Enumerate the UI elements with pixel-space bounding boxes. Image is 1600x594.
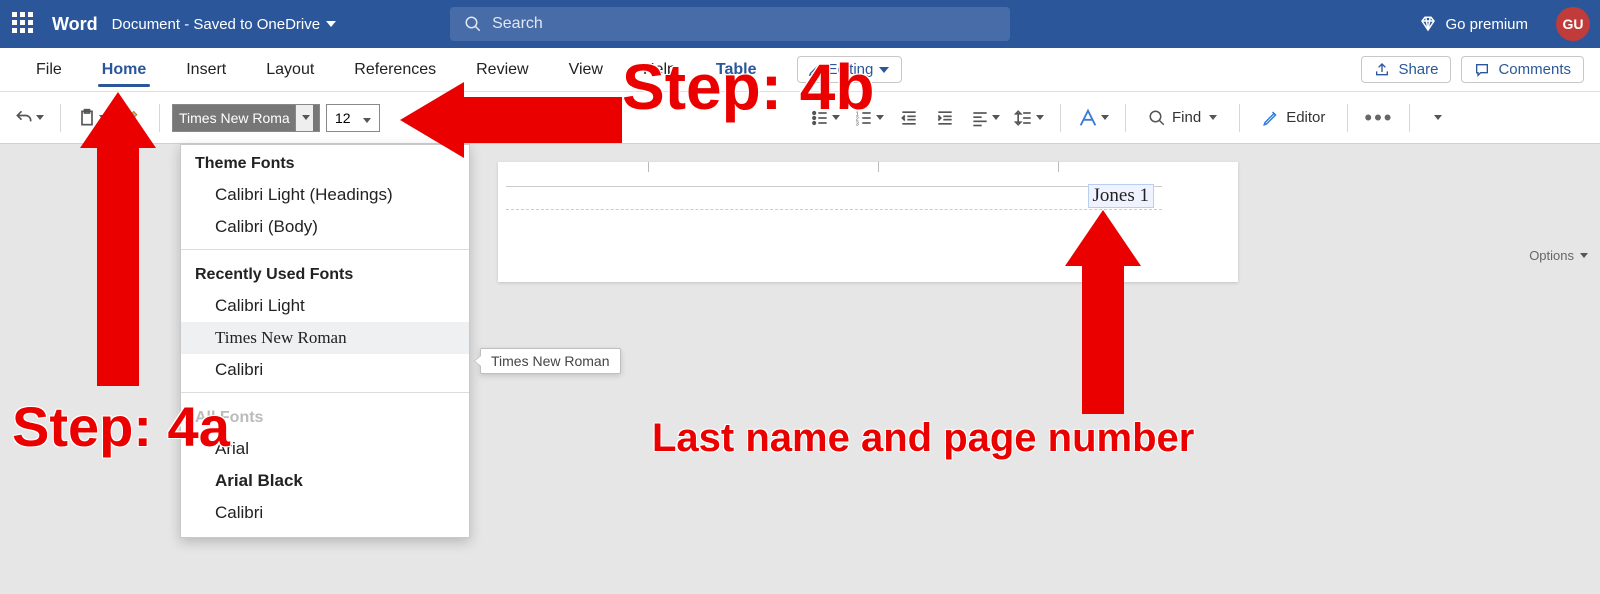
increase-indent-button[interactable] bbox=[930, 101, 960, 135]
font-name-value: Times New Roma bbox=[179, 110, 290, 126]
comments-label: Comments bbox=[1498, 61, 1571, 78]
header-text[interactable]: Jones 1 bbox=[1088, 184, 1154, 208]
chevron-down-icon bbox=[326, 21, 336, 27]
font-size-value: 12 bbox=[335, 110, 351, 126]
tab-file[interactable]: File bbox=[16, 48, 82, 91]
font-size-combobox[interactable]: 12 bbox=[326, 104, 380, 132]
decrease-indent-icon bbox=[899, 108, 919, 128]
tab-insert[interactable]: Insert bbox=[166, 48, 246, 91]
chevron-down-icon bbox=[1580, 253, 1588, 258]
ellipsis-icon: ••• bbox=[1364, 105, 1393, 131]
header-editing-area[interactable] bbox=[506, 186, 1162, 210]
font-section-recent: Recently Used Fonts bbox=[181, 256, 469, 290]
share-label: Share bbox=[1398, 61, 1438, 78]
search-placeholder: Search bbox=[492, 15, 543, 33]
ribbon-collapse-button[interactable] bbox=[1422, 101, 1452, 135]
app-name: Word bbox=[52, 14, 98, 35]
decrease-indent-button[interactable] bbox=[894, 101, 924, 135]
title-bar: Word Document - Saved to OneDrive Search… bbox=[0, 0, 1600, 48]
tab-layout[interactable]: Layout bbox=[246, 48, 334, 91]
find-label: Find bbox=[1172, 109, 1201, 126]
search-icon bbox=[1148, 109, 1166, 127]
font-option-calibri[interactable]: Calibri bbox=[181, 354, 469, 386]
annotation-text-4a: Step: 4a bbox=[12, 394, 230, 459]
line-spacing-icon bbox=[1014, 108, 1034, 128]
comments-button[interactable]: Comments bbox=[1461, 56, 1584, 83]
tab-view[interactable]: View bbox=[549, 48, 623, 91]
styles-icon bbox=[1077, 107, 1099, 129]
chevron-down-icon bbox=[992, 115, 1000, 120]
styles-button[interactable] bbox=[1073, 101, 1113, 135]
go-premium-button[interactable]: Go premium bbox=[1419, 15, 1528, 33]
font-option-calibri-light-headings[interactable]: Calibri Light (Headings) bbox=[181, 179, 469, 211]
font-option-calibri-body[interactable]: Calibri (Body) bbox=[181, 211, 469, 243]
chevron-down-icon bbox=[363, 118, 371, 123]
tab-review[interactable]: Review bbox=[456, 48, 548, 91]
annotation-text-4b: Step: 4b bbox=[622, 50, 874, 124]
chevron-down-icon bbox=[1036, 115, 1044, 120]
more-options-button[interactable]: ••• bbox=[1360, 101, 1397, 135]
tab-home[interactable]: Home bbox=[82, 48, 166, 91]
share-icon bbox=[1374, 62, 1390, 78]
font-option-calibri-all[interactable]: Calibri bbox=[181, 497, 469, 529]
go-premium-label: Go premium bbox=[1445, 16, 1528, 33]
font-dropdown-panel: Theme Fonts Calibri Light (Headings) Cal… bbox=[180, 144, 470, 538]
font-option-calibri-light[interactable]: Calibri Light bbox=[181, 290, 469, 322]
editor-icon bbox=[1262, 109, 1280, 127]
align-icon bbox=[970, 108, 990, 128]
app-launcher-icon[interactable] bbox=[10, 10, 38, 38]
user-avatar[interactable]: GU bbox=[1556, 7, 1590, 41]
undo-icon bbox=[14, 108, 34, 128]
document-title[interactable]: Document - Saved to OneDrive bbox=[112, 16, 336, 33]
search-input[interactable]: Search bbox=[450, 7, 1010, 41]
share-button[interactable]: Share bbox=[1361, 56, 1451, 83]
header-options-button[interactable]: Options bbox=[1529, 248, 1588, 263]
align-button[interactable] bbox=[966, 101, 1004, 135]
options-label: Options bbox=[1529, 248, 1574, 263]
chevron-down-icon bbox=[1101, 115, 1109, 120]
chevron-down-icon bbox=[36, 115, 44, 120]
editor-label: Editor bbox=[1286, 109, 1325, 126]
chevron-down-icon bbox=[302, 115, 310, 120]
increase-indent-icon bbox=[935, 108, 955, 128]
chevron-down-icon bbox=[1434, 115, 1442, 120]
chevron-down-icon bbox=[879, 67, 889, 73]
diamond-icon bbox=[1419, 15, 1437, 33]
undo-button[interactable] bbox=[10, 101, 48, 135]
editor-button[interactable]: Editor bbox=[1252, 101, 1335, 135]
font-option-times-new-roman[interactable]: Times New Roman bbox=[181, 322, 469, 354]
find-button[interactable]: Find bbox=[1138, 101, 1227, 135]
font-tooltip: Times New Roman bbox=[480, 348, 621, 374]
line-spacing-button[interactable] bbox=[1010, 101, 1048, 135]
chevron-down-icon bbox=[1209, 115, 1217, 120]
font-name-combobox[interactable]: Times New Roma bbox=[172, 104, 320, 132]
comment-icon bbox=[1474, 62, 1490, 78]
annotation-text-lastname: Last name and page number bbox=[652, 416, 1194, 461]
font-option-arial-black[interactable]: Arial Black bbox=[181, 465, 469, 497]
search-icon bbox=[464, 15, 482, 33]
chevron-down-icon bbox=[876, 115, 884, 120]
font-name-dropdown-arrow[interactable] bbox=[295, 105, 313, 131]
document-title-text: Document - Saved to OneDrive bbox=[112, 16, 320, 33]
